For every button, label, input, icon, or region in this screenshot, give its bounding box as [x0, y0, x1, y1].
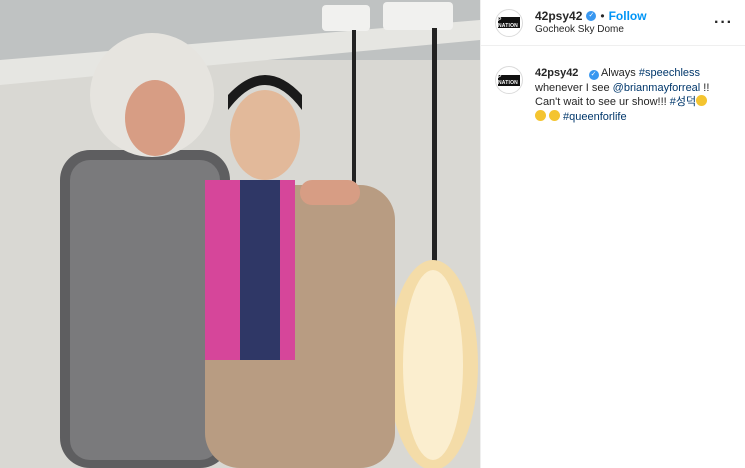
- pnation-logo-icon: P NATION: [498, 16, 520, 29]
- mention-brianmayforreal[interactable]: @brianmayforreal: [613, 82, 701, 94]
- location-link[interactable]: Gocheok Sky Dome: [535, 24, 714, 37]
- caption-text: 42psy42 ✓ Always #speechless whenever I …: [535, 66, 710, 124]
- caption-text-segment: Always: [600, 67, 639, 79]
- hashtag-queenforlife[interactable]: #queenforlife: [563, 111, 627, 123]
- caption-text-segment: Can't wait to see ur show!!!: [535, 96, 670, 108]
- caption: P NATION 42psy42 ✓ Always #speechless wh…: [481, 46, 745, 124]
- separator-dot: •: [600, 8, 605, 23]
- emoji-icon: [696, 95, 708, 106]
- follow-button[interactable]: Follow: [609, 9, 647, 24]
- caption-text-segment: !!: [700, 81, 710, 94]
- caption-text-segment: whenever I see: [535, 81, 613, 94]
- caption-username-link[interactable]: 42psy42: [535, 67, 578, 79]
- pnation-logo-icon: P NATION: [498, 74, 520, 86]
- instagram-post: P NATION 42psy42 ✓ • Follow Gocheok Sky …: [0, 0, 745, 468]
- post-photo[interactable]: [0, 0, 480, 468]
- verified-badge-icon: ✓: [586, 11, 597, 22]
- header-text: 42psy42 ✓ • Follow Gocheok Sky Dome: [535, 9, 714, 37]
- emoji-icon: [535, 109, 546, 121]
- verified-badge-icon: ✓: [588, 70, 599, 81]
- more-options-icon[interactable]: ···: [714, 14, 733, 32]
- emoji-icon: [549, 109, 560, 121]
- hashtag-korean[interactable]: #성덕: [670, 96, 696, 108]
- photo-image: [0, 0, 480, 468]
- username-link[interactable]: 42psy42: [535, 9, 582, 24]
- avatar[interactable]: P NATION: [495, 8, 523, 37]
- post-sidebar: P NATION 42psy42 ✓ • Follow Gocheok Sky …: [480, 0, 745, 468]
- hashtag-speechless[interactable]: #speechless: [639, 67, 700, 79]
- post-header: P NATION 42psy42 ✓ • Follow Gocheok Sky …: [481, 0, 745, 46]
- caption-avatar[interactable]: P NATION: [495, 66, 523, 94]
